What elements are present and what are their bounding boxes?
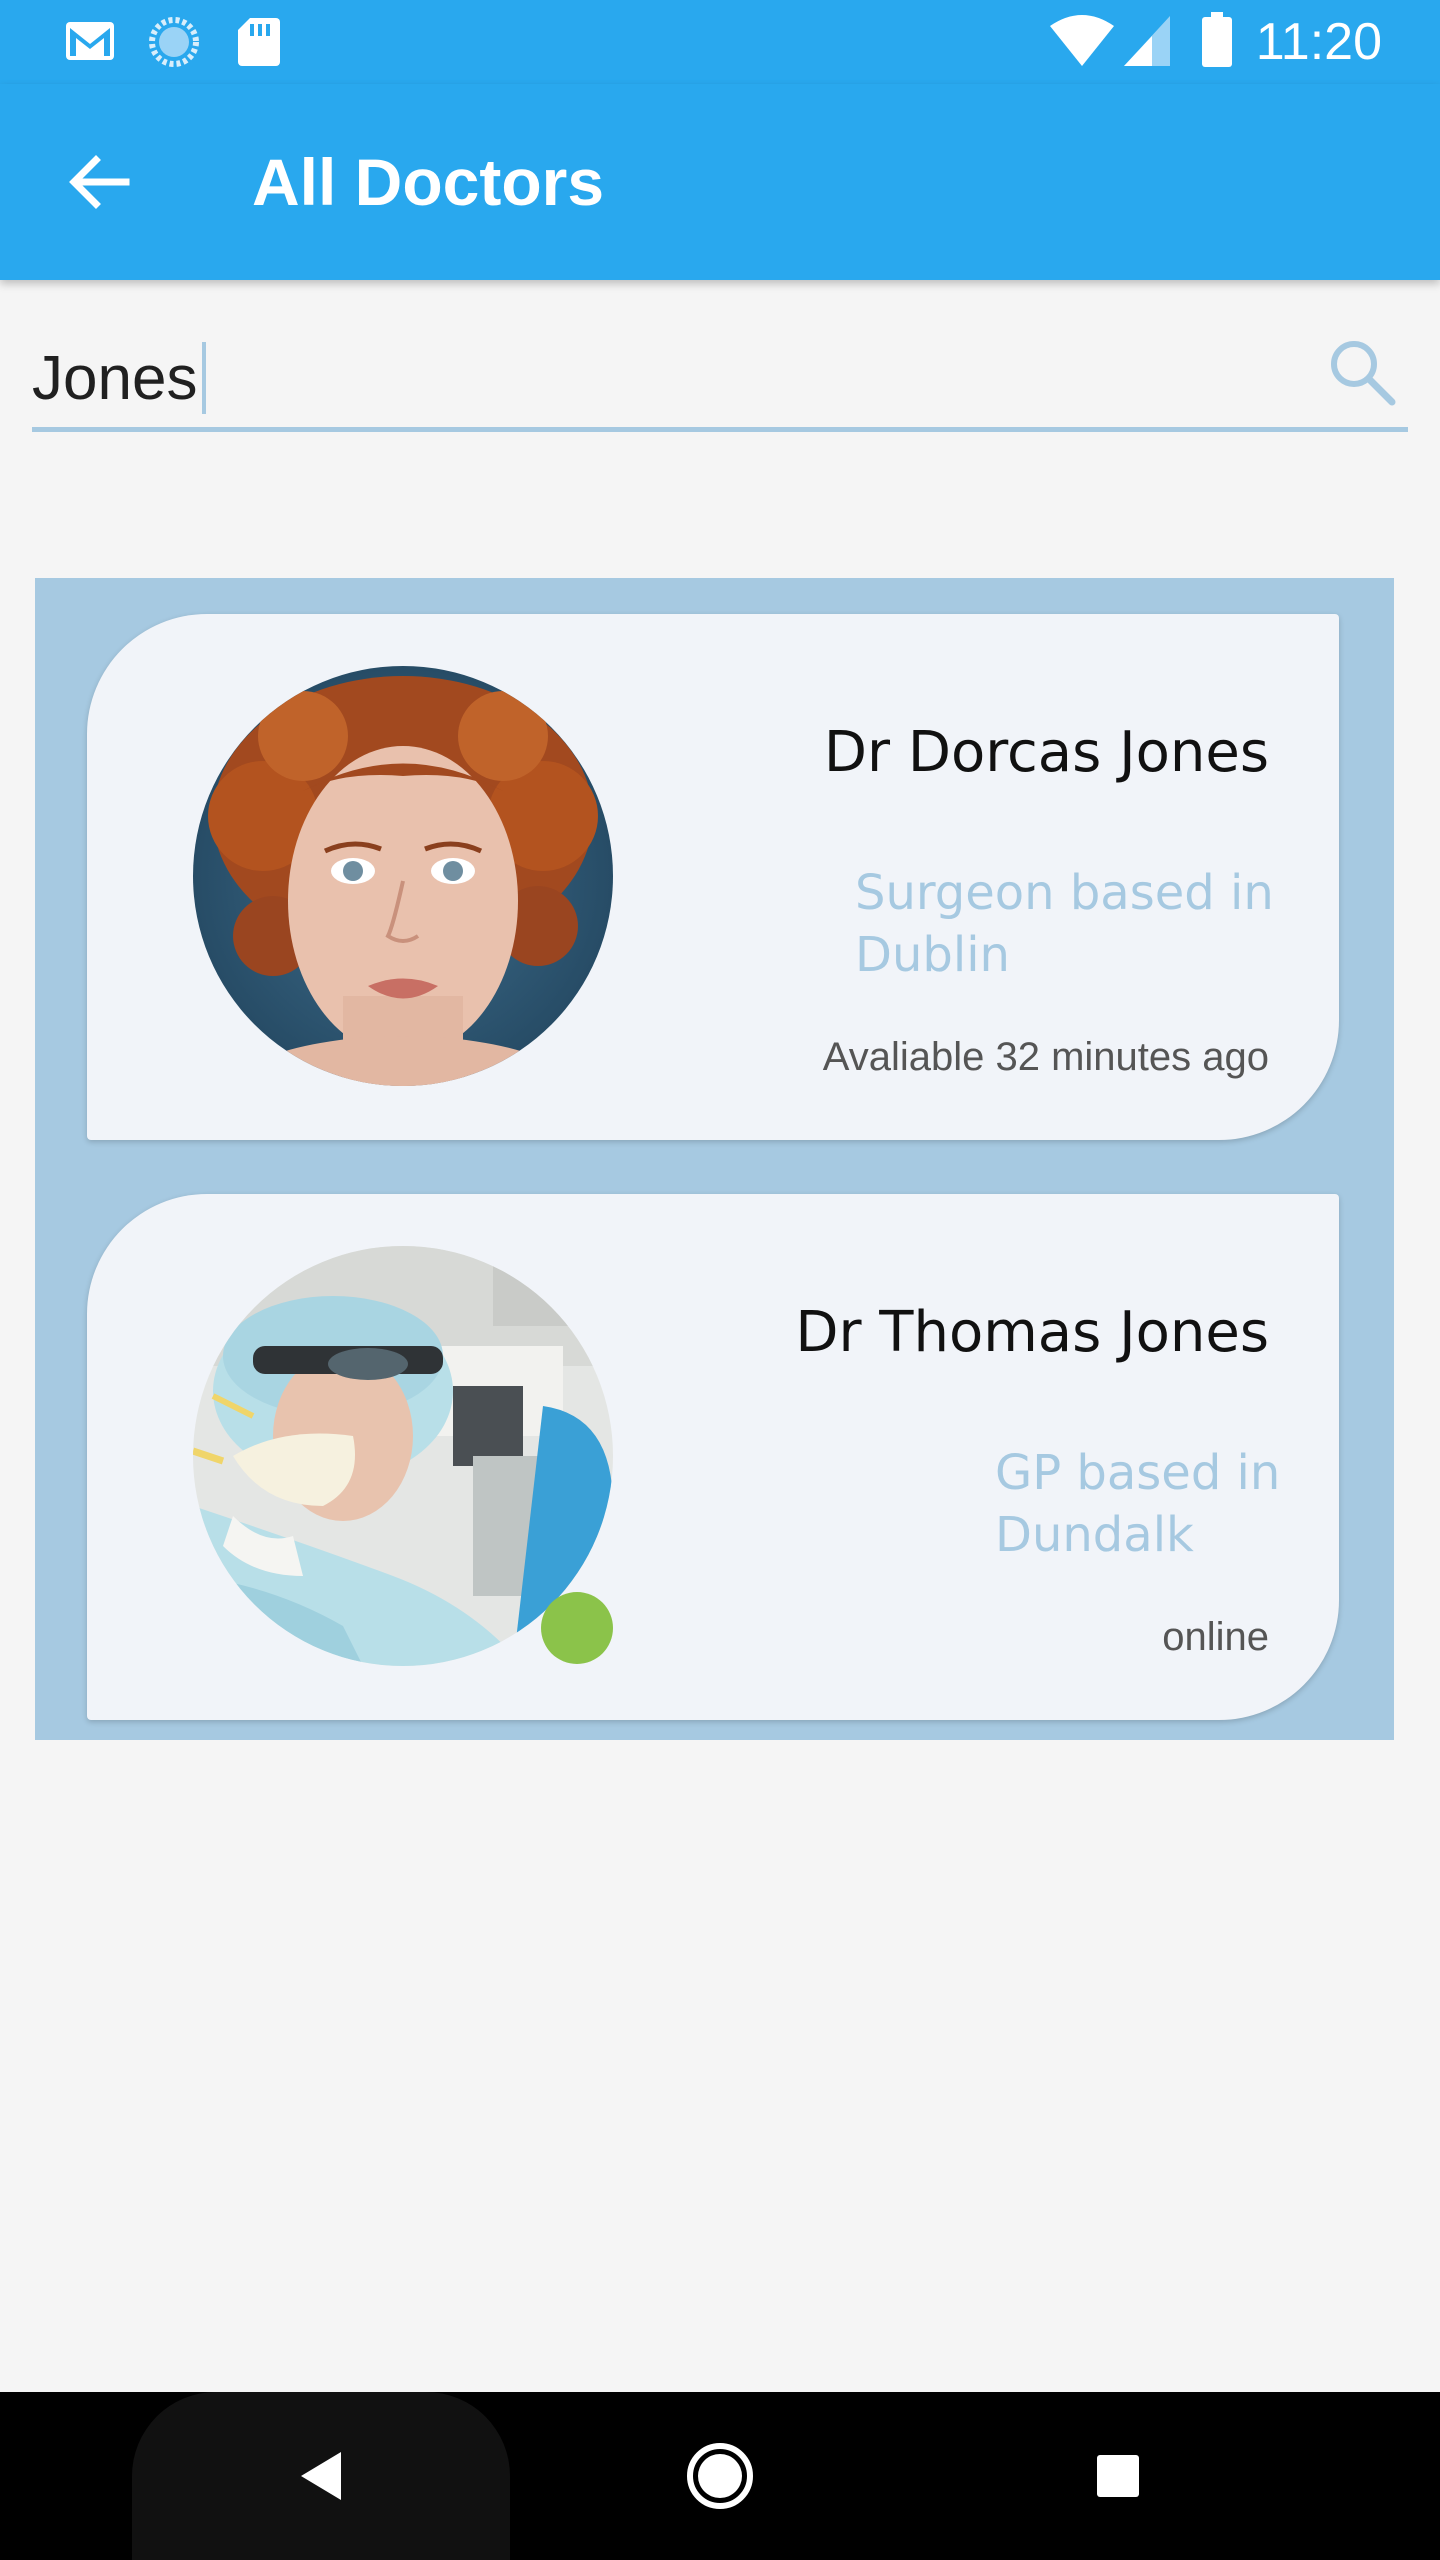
cell-signal-icon <box>1122 14 1172 73</box>
nav-recents-icon <box>1097 2455 1139 2497</box>
nav-home-icon <box>687 2443 753 2509</box>
nav-back-icon <box>301 2452 341 2500</box>
sync-icon <box>148 16 200 73</box>
avatar <box>193 666 613 1086</box>
nav-recents-button[interactable] <box>1078 2436 1158 2516</box>
doctor-description: Surgeon based in Dublin <box>855 865 1274 983</box>
doctor-description: GP based in Dundalk <box>995 1445 1281 1563</box>
doctor-status: online <box>1162 1615 1269 1659</box>
page-title: All Doctors <box>252 145 605 219</box>
back-button[interactable] <box>58 142 138 222</box>
system-nav-bar <box>0 2392 1440 2560</box>
search-field[interactable] <box>32 320 1408 432</box>
app-bar: All Doctors <box>0 84 1440 280</box>
nav-home-button[interactable] <box>680 2436 760 2516</box>
search-input[interactable] <box>32 338 1292 418</box>
status-bar: 11:20 <box>0 0 1440 84</box>
online-indicator <box>541 1592 613 1664</box>
wifi-icon <box>1050 14 1114 73</box>
nav-back-button[interactable] <box>282 2436 362 2516</box>
sd-card-icon <box>236 16 282 73</box>
text-caret <box>202 342 206 414</box>
arrow-left-icon <box>69 155 130 209</box>
gmail-icon <box>64 16 116 69</box>
doctor-name: Dr Thomas Jones <box>795 1300 1269 1365</box>
doctor-card[interactable]: Dr Dorcas Jones Surgeon based in Dublin … <box>87 614 1339 1140</box>
status-time: 11:20 <box>1255 13 1382 71</box>
doctor-status: Avaliable 32 minutes ago <box>822 1035 1269 1079</box>
doctor-name: Dr Dorcas Jones <box>823 720 1269 785</box>
search-icon[interactable] <box>1326 336 1398 408</box>
doctor-list: Dr Dorcas Jones Surgeon based in Dublin … <box>35 578 1394 1740</box>
battery-icon <box>1200 12 1234 73</box>
doctor-card[interactable]: Dr Thomas Jones GP based in Dundalk onli… <box>87 1194 1339 1720</box>
